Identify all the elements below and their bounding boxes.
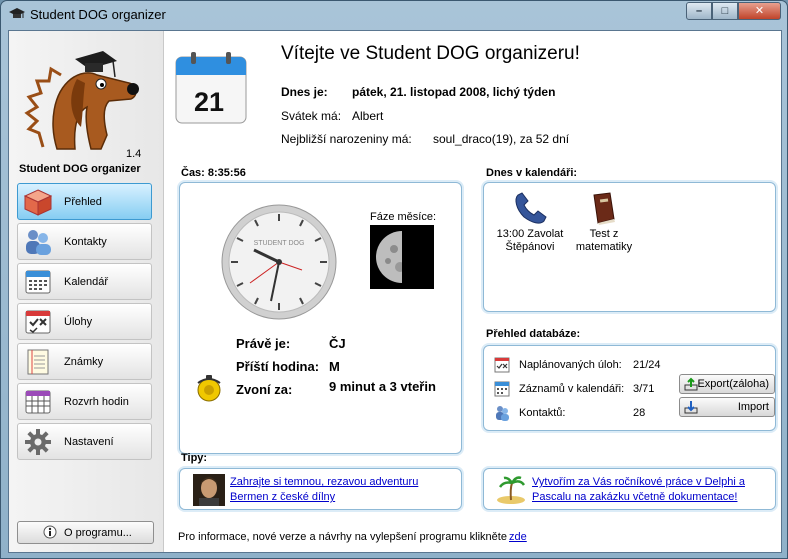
db-calendar-value: 3/71 [633, 383, 655, 395]
current-lesson-value: ČJ [329, 336, 346, 351]
nameday-value: Albert [352, 109, 384, 123]
app-window: Student DOG organizer – □ ✕ 1.4 Student … [0, 0, 788, 559]
tips-label: Tipy: [181, 452, 208, 464]
sidebar-item-prehled[interactable]: Přehled [17, 183, 152, 220]
moon-phase-label: Fáze měsíce: [370, 211, 437, 223]
clock-icon: STUDENT DOG [221, 204, 337, 320]
sidebar-item-kalendar[interactable]: Kalendář [17, 263, 152, 300]
export-icon [684, 377, 698, 391]
export-button[interactable]: Export(záloha) [679, 374, 775, 394]
calendar-event[interactable]: Test z matematiky [566, 191, 642, 254]
clock-brand: STUDENT DOG [254, 240, 305, 247]
database-panel: Naplánovaných úloh: 21/24 Záznamů v kale… [483, 345, 776, 431]
contacts-small-icon [496, 406, 509, 421]
birthday-value: soul_draco(19), za 52 dní [433, 132, 570, 146]
book-icon [593, 192, 615, 225]
next-lesson-label: Příští hodina: [236, 359, 320, 374]
import-label: Import [737, 401, 769, 413]
footer-link[interactable]: zde [509, 531, 527, 543]
contacts-icon [26, 230, 51, 255]
notebook-icon [27, 349, 49, 375]
db-contacts-value: 28 [633, 407, 646, 419]
gear-icon [25, 429, 51, 455]
event-text: Štěpánovi [505, 241, 555, 253]
timetable-icon [25, 390, 51, 414]
import-icon [684, 401, 698, 414]
tip-link-delphi[interactable]: Vytvořím za Vás ročníkové práce v Delphi… [532, 475, 745, 505]
calendar-icon [25, 270, 51, 294]
footer-text: Pro informace, nové verze a návrhy na vy… [178, 531, 507, 543]
export-label: Export(záloha) [697, 378, 769, 390]
today-value: pátek, 21. listopad 2008, lichý týden [352, 85, 556, 99]
version-label: 1.4 [126, 148, 142, 160]
sidebar-item-label: Kalendář [64, 276, 109, 288]
sidebar-item-rozvrh[interactable]: Rozvrh hodin [17, 383, 152, 420]
sidebar-item-label: Přehled [64, 196, 102, 208]
maximize-button[interactable]: □ [712, 2, 738, 20]
birthday-label: Nejbližší narozeniny má: [281, 132, 412, 146]
box-icon [23, 189, 53, 216]
current-lesson-label: Právě je: [236, 336, 291, 351]
adventure-avatar-icon [193, 474, 225, 506]
title-bar[interactable]: Student DOG organizer – □ ✕ [1, 1, 787, 29]
bell-value: 9 minut a 3 vteřin [329, 379, 436, 394]
calendar-today-label: Dnes v kalendáři: [486, 167, 578, 179]
db-tasks-value: 21/24 [633, 359, 661, 371]
calendar-small-icon [494, 381, 510, 397]
event-time-text: 13:00 Zavolat [496, 228, 564, 240]
sidebar-item-label: Známky [64, 356, 104, 368]
tip-link-adventure[interactable]: Zahrajte si temnou, rezavou adventuru Be… [230, 475, 418, 505]
sidebar-item-label: Nastavení [64, 436, 114, 448]
db-contacts-label: Kontaktů: [519, 407, 566, 419]
island-icon [497, 476, 526, 504]
sidebar-item-label: Úlohy [64, 316, 93, 328]
time-panel: STUDENT DOG Fáze měsíce: Právě je: ČJ Př… [179, 182, 462, 454]
tasks-icon [25, 310, 51, 334]
close-button[interactable]: ✕ [738, 2, 781, 20]
bell-icon [197, 375, 221, 402]
page-title: Vítejte ve Student DOG organizeru! [281, 43, 580, 64]
db-calendar-label: Záznamů v kalendáři: [519, 383, 625, 395]
import-button[interactable]: Import [679, 397, 775, 417]
calendar-event[interactable]: 13:00 Zavolat Štěpánovi [492, 191, 568, 254]
today-label: Dnes je: [281, 85, 328, 99]
sidebar-item-znamky[interactable]: Známky [17, 343, 152, 380]
sidebar: 1.4 Student DOG organizer Přehled Kontak… [9, 31, 164, 552]
window-title: Student DOG organizer [30, 7, 166, 22]
calendar-day-number: 21 [194, 87, 225, 117]
graduation-cap-icon [9, 8, 25, 18]
client-area: 1.4 Student DOG organizer Přehled Kontak… [8, 30, 782, 553]
calendar-today-panel: 13:00 Zavolat Štěpánovi Test z matematik… [483, 182, 776, 312]
phone-icon [515, 192, 547, 224]
time-label: Čas: 8:35:56 [181, 167, 246, 179]
tip-panel-right: Vytvořím za Vás ročníkové práce v Delphi… [483, 468, 776, 510]
event-text: Test z [589, 228, 619, 240]
dog-logo-icon [24, 51, 139, 150]
about-label: O programu... [64, 527, 132, 539]
db-tasks-label: Naplánovaných úloh: [519, 359, 622, 371]
sidebar-item-ulohy[interactable]: Úlohy [17, 303, 152, 340]
event-text: matematiky [575, 241, 633, 253]
next-lesson-value: M [329, 359, 340, 374]
sidebar-item-nastaveni[interactable]: Nastavení [17, 423, 152, 460]
moon-phase-icon [370, 225, 434, 289]
about-button[interactable]: O programu... [17, 521, 154, 544]
nameday-label: Svátek má: [281, 109, 342, 123]
sidebar-item-label: Rozvrh hodin [64, 396, 129, 408]
tip-panel-left: Zahrajte si temnou, rezavou adventuru Be… [179, 468, 462, 510]
bell-label: Zvoní za: [236, 382, 293, 397]
app-name-label: Student DOG organizer [19, 163, 141, 175]
minimize-button[interactable]: – [686, 2, 712, 20]
sidebar-item-kontakty[interactable]: Kontakty [17, 223, 152, 260]
info-icon [43, 525, 57, 539]
main-content: 21 Vítejte ve Student DOG organizeru! Dn… [164, 31, 781, 552]
database-label: Přehled databáze: [486, 328, 581, 340]
sidebar-item-label: Kontakty [64, 236, 107, 248]
tasks-small-icon [494, 357, 510, 373]
